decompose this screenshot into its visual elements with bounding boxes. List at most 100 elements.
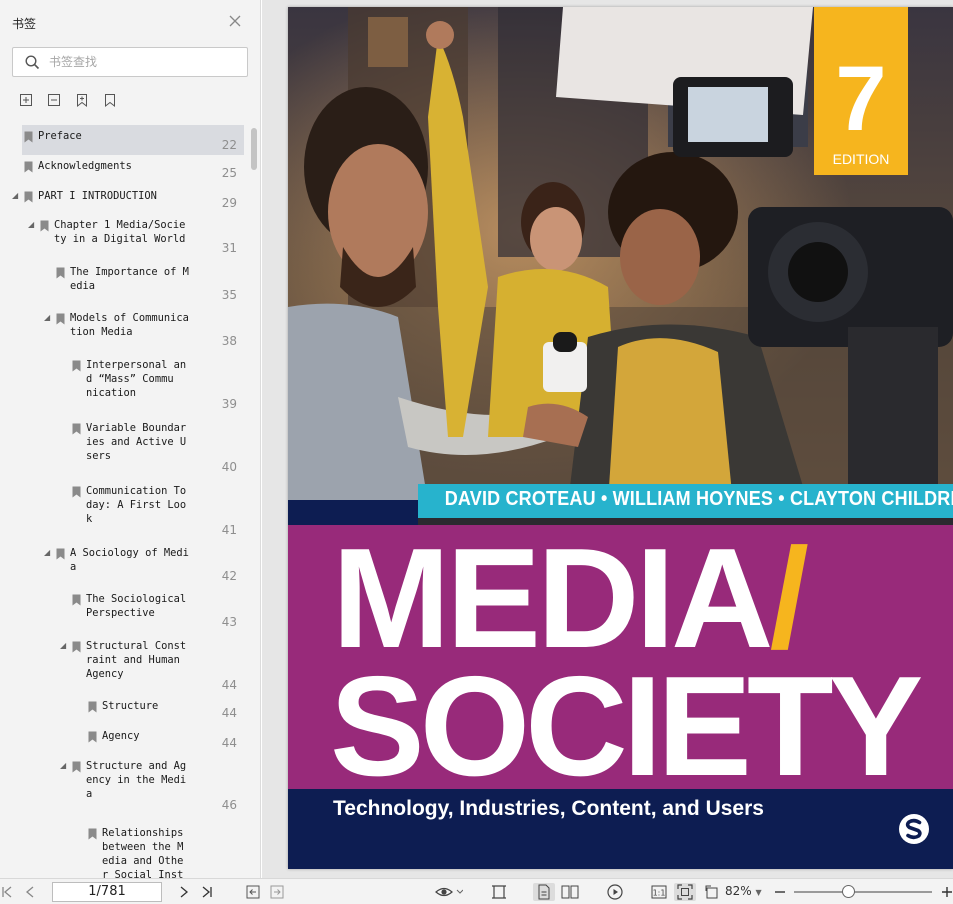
page-number-input[interactable]: 1/781: [52, 882, 162, 902]
bookmark-label-line: Acknowledgments: [38, 160, 132, 172]
zoom-out-icon[interactable]: [772, 883, 788, 901]
bookmark-item[interactable]: ◢ Structural Const raint and Human Agency 44: [22, 635, 244, 695]
bookmark-label: Chapter 1 Media/Socie ty in a Digital Wor…: [54, 218, 185, 246]
bookmark-icon[interactable]: [102, 92, 118, 108]
go-forward-icon[interactable]: [268, 883, 286, 901]
bookmark-item[interactable]: ◢ A Sociology of Medi a 42: [22, 542, 244, 586]
bookmark-label-line: ty in a Digital World: [54, 233, 186, 245]
bookmark-label: Agency: [102, 729, 140, 743]
play-icon[interactable]: [605, 883, 625, 901]
zoom-value: 82%: [725, 884, 752, 898]
bookmark-label-line: a: [70, 561, 77, 573]
bookmark-label: Preface: [38, 129, 82, 143]
bookmark-label: PART I INTRODUCTION: [38, 189, 157, 203]
bookmark-icon: [56, 548, 65, 560]
bookmark-label-line: Agency: [102, 730, 140, 742]
bookmark-icon: [72, 486, 81, 498]
bookmark-page-number: 42: [221, 569, 237, 583]
zoom-in-icon[interactable]: [940, 883, 953, 901]
bookmark-label-line: sers: [86, 450, 112, 462]
first-page-icon[interactable]: [0, 883, 14, 901]
rotate-icon[interactable]: [702, 883, 722, 901]
bookmark-item[interactable]: Interpersonal an d “Mass” Commu nication 39: [22, 354, 244, 414]
expand-all-icon[interactable]: [18, 92, 34, 108]
actual-size-icon[interactable]: 1:1: [650, 883, 668, 901]
bookmark-icon: [24, 161, 33, 173]
bookmark-icon: [88, 828, 97, 840]
bookmark-page-number: 40: [221, 460, 237, 474]
bookmark-label-line: Relationships: [102, 827, 184, 839]
bookmark-icon: [24, 191, 33, 203]
bookmark-label: The Sociological Perspective: [86, 592, 186, 620]
bookmark-icon: [72, 360, 81, 372]
bookmark-icon: [72, 641, 81, 653]
zoom-slider-track[interactable]: [794, 891, 932, 893]
tree-expander-icon[interactable]: ◢: [28, 220, 34, 229]
bookmark-label-line: edia and Othe: [102, 855, 184, 867]
bookmark-item[interactable]: ◢ Structure and Ag ency in the Medi a 46: [22, 755, 244, 815]
bookmark-icon: [56, 267, 65, 279]
bookmark-item[interactable]: Communication To day: A First Loo k 41: [22, 480, 244, 540]
document-viewer[interactable]: 7 EDITION DAVID CROTEAU • WILLIAM HOYNES…: [262, 0, 953, 878]
bookmark-item[interactable]: Preface 22: [22, 125, 244, 155]
fit-page-icon[interactable]: [674, 883, 696, 901]
bookmark-page-number: 44: [221, 736, 237, 750]
bookmark-item[interactable]: The Importance of M edia 35: [22, 261, 244, 305]
bookmark-search-box: [12, 47, 248, 77]
fit-width-icon[interactable]: [490, 883, 508, 901]
bookmark-item[interactable]: Relationships between the M edia and Othe r…: [22, 822, 244, 878]
zoom-slider-thumb[interactable]: [841, 885, 855, 898]
bookmark-item[interactable]: Variable Boundar ies and Active U sers 40: [22, 417, 244, 477]
tree-expander-icon[interactable]: ◢: [44, 548, 50, 557]
svg-text:1:1: 1:1: [653, 889, 666, 898]
single-page-icon[interactable]: [533, 883, 555, 901]
zoom-level[interactable]: 82% ▼: [725, 884, 762, 898]
bookmark-label-line: Communication To: [86, 485, 187, 497]
bookmark-item[interactable]: ◢ Models of Communica tion Media 38: [22, 307, 244, 351]
bookmark-item[interactable]: ◢ PART I INTRODUCTION 29: [12, 185, 244, 213]
bookmark-item[interactable]: Acknowledgments 25: [22, 155, 244, 183]
last-page-icon[interactable]: [199, 883, 215, 901]
bookmark-label-line: r Social Inst: [102, 869, 184, 878]
two-page-icon[interactable]: [560, 883, 580, 901]
next-page-icon[interactable]: [176, 883, 192, 901]
bookmark-item[interactable]: The Sociological Perspective 43: [22, 588, 244, 632]
author-banner: DAVID CROTEAU • WILLIAM HOYNES • CLAYTON…: [418, 484, 953, 518]
close-icon[interactable]: [228, 14, 242, 28]
tree-expander-icon[interactable]: ◢: [12, 191, 18, 200]
bookmark-label-line: ies and Active U: [86, 436, 187, 448]
bookmark-label-line: Interpersonal an: [86, 359, 187, 371]
edition-badge: 7 EDITION: [814, 7, 908, 175]
tree-expander-icon[interactable]: ◢: [60, 761, 66, 770]
bookmark-label-line: tion Media: [70, 326, 133, 338]
bookmark-item[interactable]: Structure 44: [22, 695, 244, 723]
bookmark-icon: [72, 761, 81, 773]
bookmark-label-line: Models of Communica: [70, 312, 189, 324]
prev-page-icon[interactable]: [22, 883, 38, 901]
add-bookmark-icon[interactable]: [74, 92, 90, 108]
bookmark-label-line: a: [86, 788, 93, 800]
bookmark-search-input[interactable]: [49, 52, 239, 72]
go-back-icon[interactable]: [244, 883, 262, 901]
bookmark-icon: [72, 423, 81, 435]
bookmark-label-line: d “Mass” Commu: [86, 373, 174, 385]
bookmark-label: The Importance of M edia: [70, 265, 189, 293]
bookmark-label-line: Structural Const: [86, 640, 187, 652]
bottom-toolbar: 1/781 1:1 82% ▼: [0, 878, 953, 904]
bookmark-label-line: day: A First Loo: [86, 499, 187, 511]
bookmark-label-line: between the M: [102, 841, 184, 853]
cover-title-line2: SOCIETY: [330, 647, 923, 806]
eye-mode-icon[interactable]: [434, 883, 464, 901]
bookmark-label-line: PART I INTRODUCTION: [38, 190, 157, 202]
tree-expander-icon[interactable]: ◢: [60, 641, 66, 650]
bookmark-label-line: nication: [86, 387, 137, 399]
bookmark-item[interactable]: ◢ Chapter 1 Media/Socie ty in a Digital Wo…: [22, 214, 244, 258]
collapse-all-icon[interactable]: [46, 92, 62, 108]
bookmark-label-line: raint and Human: [86, 654, 180, 666]
chevron-down-icon: ▼: [755, 888, 762, 897]
bookmark-page-number: 41: [221, 523, 237, 537]
bookmark-scrollbar[interactable]: [251, 128, 257, 170]
bookmark-item[interactable]: Agency 44: [22, 725, 244, 753]
tree-expander-icon[interactable]: ◢: [44, 313, 50, 322]
book-cover-page: 7 EDITION DAVID CROTEAU • WILLIAM HOYNES…: [288, 7, 953, 869]
